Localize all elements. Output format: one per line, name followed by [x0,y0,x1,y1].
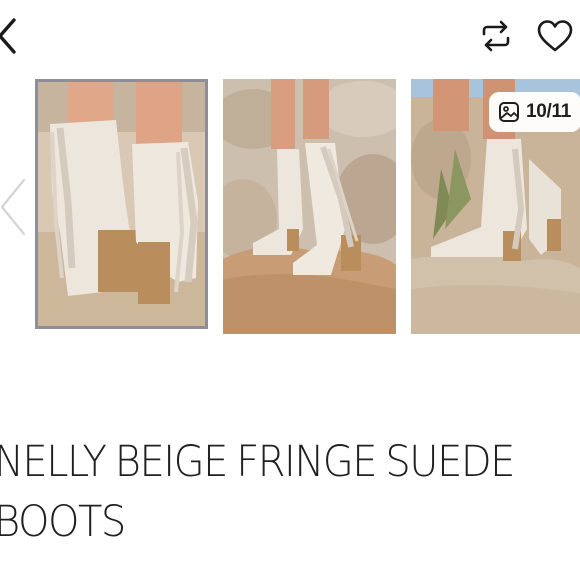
repost-button[interactable] [478,18,514,54]
product-title-line-2: BOOTS [0,497,126,547]
back-button[interactable] [0,16,20,56]
gallery-icon [499,102,519,122]
product-title: NELLY BEIGE FRINGE SUEDE BOOTS [0,432,552,552]
product-photo-back-view [38,82,205,326]
top-bar [0,0,580,72]
chevron-left-icon [0,178,26,236]
image-counter-badge: 10/11 [489,92,580,132]
gallery-thumbnail-2[interactable] [223,79,396,334]
product-photo-side-view [223,79,396,334]
like-button[interactable] [535,18,575,54]
heart-icon [537,20,573,52]
gallery-thumbnail-1[interactable] [35,79,208,329]
gallery-prev-button[interactable] [0,176,28,238]
image-counter-text: 10/11 [526,101,571,122]
chevron-left-icon [0,18,16,54]
repost-icon [482,20,510,52]
product-title-line-1: NELLY BEIGE FRINGE SUEDE [0,437,515,487]
